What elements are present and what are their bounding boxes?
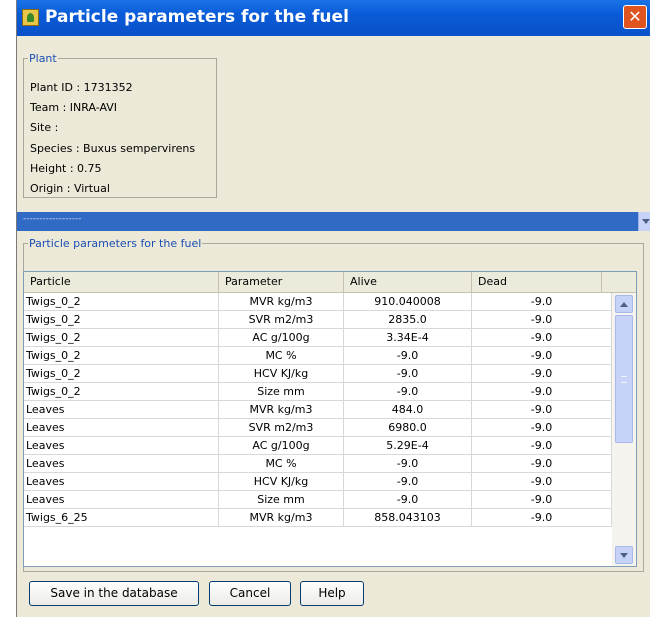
cell-alive[interactable]: 6980.0	[344, 419, 472, 437]
table-scrollbar[interactable]	[612, 293, 636, 566]
cell-dead[interactable]: -9.0	[472, 509, 612, 527]
col-header-parameter[interactable]: Parameter	[219, 272, 344, 292]
cell-parameter[interactable]: AC g/100g	[219, 329, 344, 347]
cell-particle[interactable]: Leaves	[24, 437, 219, 455]
cell-dead[interactable]: -9.0	[472, 383, 612, 401]
table-row[interactable]: Twigs_0_2 MC % -9.0 -9.0	[24, 347, 612, 365]
cell-parameter[interactable]: AC g/100g	[219, 437, 344, 455]
table-row[interactable]: Leaves Size mm -9.0 -9.0	[24, 491, 612, 509]
table-row[interactable]: Twigs_0_2 HCV KJ/kg -9.0 -9.0	[24, 365, 612, 383]
col-header-alive[interactable]: Alive	[344, 272, 472, 292]
cell-parameter[interactable]: SVR m2/m3	[219, 419, 344, 437]
help-button[interactable]: Help	[300, 581, 364, 606]
combo-value: ------------------	[23, 214, 82, 224]
col-header-particle[interactable]: Particle	[24, 272, 219, 292]
cell-particle[interactable]: Leaves	[24, 401, 219, 419]
cell-parameter[interactable]: Size mm	[219, 383, 344, 401]
cell-particle[interactable]: Leaves	[24, 419, 219, 437]
cell-alive[interactable]: -9.0	[344, 455, 472, 473]
cell-dead[interactable]: -9.0	[472, 293, 612, 311]
cell-parameter[interactable]: Size mm	[219, 491, 344, 509]
cell-particle[interactable]: Twigs_0_2	[24, 383, 219, 401]
window-title: Particle parameters for the fuel	[45, 7, 349, 27]
plant-species: Species : Buxus sempervirens	[30, 142, 196, 155]
cell-alive[interactable]: -9.0	[344, 347, 472, 365]
cell-alive[interactable]: -9.0	[344, 365, 472, 383]
cell-parameter[interactable]: MVR kg/m3	[219, 401, 344, 419]
cell-dead[interactable]: -9.0	[472, 473, 612, 491]
scroll-up-arrow-icon[interactable]	[615, 295, 633, 313]
cancel-button[interactable]: Cancel	[209, 581, 291, 606]
cell-particle[interactable]: Twigs_0_2	[24, 311, 219, 329]
cell-particle[interactable]: Twigs_0_2	[24, 329, 219, 347]
cell-dead[interactable]: -9.0	[472, 329, 612, 347]
table-row[interactable]: Twigs_0_2 Size mm -9.0 -9.0	[24, 383, 612, 401]
scroll-down-arrow-icon[interactable]	[615, 546, 633, 564]
cell-alive[interactable]: 3.34E-4	[344, 329, 472, 347]
table-row[interactable]: Twigs_0_2 SVR m2/m3 2835.0 -9.0	[24, 311, 612, 329]
chevron-down-icon[interactable]	[638, 212, 650, 231]
table-row[interactable]: Twigs_0_2 AC g/100g 3.34E-4 -9.0	[24, 329, 612, 347]
cell-parameter[interactable]: MVR kg/m3	[219, 509, 344, 527]
plant-app-icon	[22, 9, 39, 26]
cell-parameter[interactable]: MVR kg/m3	[219, 293, 344, 311]
cell-dead[interactable]: -9.0	[472, 311, 612, 329]
cell-alive[interactable]: -9.0	[344, 473, 472, 491]
cell-alive[interactable]: 858.043103	[344, 509, 472, 527]
cell-dead[interactable]: -9.0	[472, 365, 612, 383]
cell-particle[interactable]: Leaves	[24, 455, 219, 473]
cell-alive[interactable]: 5.29E-4	[344, 437, 472, 455]
cell-particle[interactable]: Twigs_6_25	[24, 509, 219, 527]
particle-combo-box[interactable]: ------------------	[17, 212, 650, 231]
cell-particle[interactable]: Leaves	[24, 473, 219, 491]
cell-particle[interactable]: Twigs_0_2	[24, 365, 219, 383]
cell-dead[interactable]: -9.0	[472, 347, 612, 365]
title-bar[interactable]: Particle parameters for the fuel ✕	[17, 0, 650, 36]
particle-params-table[interactable]: Particle Parameter Alive Dead Twigs_0_2 M…	[23, 271, 637, 567]
close-button[interactable]: ✕	[623, 5, 647, 29]
particle-params-legend: Particle parameters for the fuel	[29, 237, 202, 250]
cell-alive[interactable]: 2835.0	[344, 311, 472, 329]
scrollbar-thumb[interactable]	[615, 315, 633, 443]
plant-height: Height : 0.75	[30, 162, 102, 175]
table-row[interactable]: Leaves AC g/100g 5.29E-4 -9.0	[24, 437, 612, 455]
plant-team: Team : INRA-AVI	[30, 101, 118, 114]
cell-parameter[interactable]: HCV KJ/kg	[219, 365, 344, 383]
table-row[interactable]: Twigs_0_2 MVR kg/m3 910.040008 -9.0	[24, 293, 612, 311]
plant-site: Site :	[30, 121, 59, 134]
dialog-window: Particle parameters for the fuel ✕ Plant…	[16, 0, 650, 617]
table-row[interactable]: Leaves HCV KJ/kg -9.0 -9.0	[24, 473, 612, 491]
plant-origin: Origin : Virtual	[30, 182, 110, 195]
table-row[interactable]: Leaves MVR kg/m3 484.0 -9.0	[24, 401, 612, 419]
cell-parameter[interactable]: MC %	[219, 455, 344, 473]
cell-dead[interactable]: -9.0	[472, 419, 612, 437]
cell-parameter[interactable]: HCV KJ/kg	[219, 473, 344, 491]
plant-id: Plant ID : 1731352	[30, 81, 133, 94]
table-row[interactable]: Twigs_6_25 MVR kg/m3 858.043103 -9.0	[24, 509, 612, 527]
cell-particle[interactable]: Twigs_0_2	[24, 347, 219, 365]
cell-dead[interactable]: -9.0	[472, 491, 612, 509]
plant-group: Plant Plant ID : 1731352 Team : INRA-AVI…	[23, 52, 217, 198]
cell-alive[interactable]: -9.0	[344, 383, 472, 401]
cell-dead[interactable]: -9.0	[472, 455, 612, 473]
col-header-dead[interactable]: Dead	[472, 272, 602, 292]
plant-legend: Plant	[29, 52, 57, 65]
table-row[interactable]: Leaves MC % -9.0 -9.0	[24, 455, 612, 473]
cell-particle[interactable]: Twigs_0_2	[24, 293, 219, 311]
save-in-database-button[interactable]: Save in the database	[29, 581, 199, 606]
cell-parameter[interactable]: SVR m2/m3	[219, 311, 344, 329]
cell-particle[interactable]: Leaves	[24, 491, 219, 509]
cell-alive[interactable]: 910.040008	[344, 293, 472, 311]
cell-dead[interactable]: -9.0	[472, 401, 612, 419]
cell-dead[interactable]: -9.0	[472, 437, 612, 455]
cell-alive[interactable]: 484.0	[344, 401, 472, 419]
table-row[interactable]: Leaves SVR m2/m3 6980.0 -9.0	[24, 419, 612, 437]
cell-alive[interactable]: -9.0	[344, 491, 472, 509]
table-header: Particle Parameter Alive Dead	[24, 272, 636, 293]
cell-parameter[interactable]: MC %	[219, 347, 344, 365]
